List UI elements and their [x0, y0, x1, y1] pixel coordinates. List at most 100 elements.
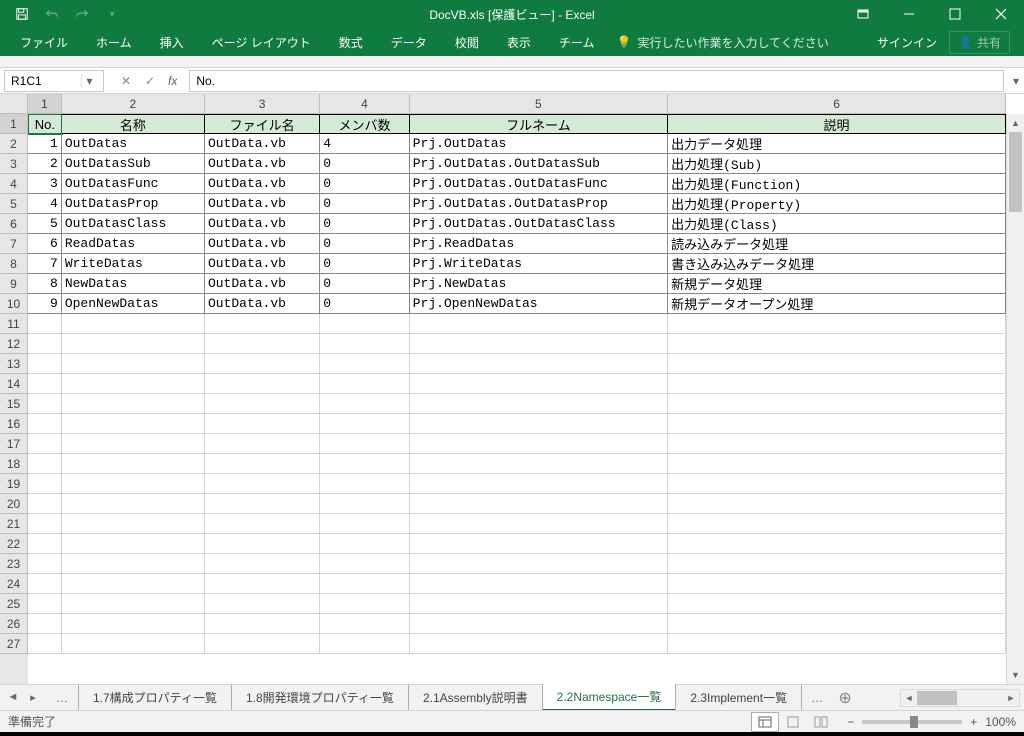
empty-cell[interactable]	[205, 374, 320, 394]
empty-cell[interactable]	[205, 474, 320, 494]
redo-button[interactable]	[68, 2, 96, 26]
empty-cell[interactable]	[410, 434, 668, 454]
empty-cell[interactable]	[28, 354, 62, 374]
header-cell[interactable]: メンバ数	[320, 114, 409, 134]
data-cell[interactable]: 2	[28, 154, 62, 174]
empty-cell[interactable]	[320, 314, 409, 334]
empty-cell[interactable]	[62, 434, 205, 454]
empty-cell[interactable]	[28, 474, 62, 494]
enter-formula-icon[interactable]: ✓	[140, 74, 160, 88]
empty-cell[interactable]	[62, 394, 205, 414]
data-cell[interactable]: OutDatasSub	[62, 154, 205, 174]
zoom-level[interactable]: 100%	[985, 715, 1016, 729]
empty-cell[interactable]	[320, 634, 409, 654]
empty-cell[interactable]	[668, 494, 1006, 514]
empty-cell[interactable]	[410, 514, 668, 534]
row-header[interactable]: 23	[0, 554, 28, 574]
empty-cell[interactable]	[28, 314, 62, 334]
data-cell[interactable]: 出力処理(Function)	[668, 174, 1006, 194]
data-cell[interactable]: OutDatasFunc	[62, 174, 205, 194]
empty-cell[interactable]	[62, 314, 205, 334]
tab-team[interactable]: チーム	[545, 28, 609, 56]
empty-cell[interactable]	[320, 354, 409, 374]
data-cell[interactable]: OutData.vb	[205, 174, 320, 194]
empty-cell[interactable]	[28, 374, 62, 394]
empty-cell[interactable]	[62, 474, 205, 494]
empty-cell[interactable]	[410, 574, 668, 594]
row-header[interactable]: 22	[0, 534, 28, 554]
empty-cell[interactable]	[28, 514, 62, 534]
select-all-corner[interactable]	[0, 94, 28, 114]
column-header[interactable]: 5	[410, 94, 668, 114]
data-cell[interactable]: 新規データオープン処理	[668, 294, 1006, 314]
scroll-right-icon[interactable]: ►	[1003, 693, 1019, 703]
data-cell[interactable]: 4	[320, 134, 409, 154]
data-cell[interactable]: Prj.OutDatas.OutDatasProp	[410, 194, 668, 214]
empty-cell[interactable]	[62, 554, 205, 574]
empty-cell[interactable]	[205, 554, 320, 574]
view-normal-button[interactable]	[751, 712, 779, 732]
data-cell[interactable]: 読み込みデータ処理	[668, 234, 1006, 254]
empty-cell[interactable]	[205, 434, 320, 454]
data-cell[interactable]: Prj.OutDatas	[410, 134, 668, 154]
data-cell[interactable]: Prj.OutDatas.OutDatasSub	[410, 154, 668, 174]
empty-cell[interactable]	[410, 474, 668, 494]
name-box-dropdown-icon[interactable]: ▾	[81, 74, 97, 88]
name-box[interactable]: R1C1 ▾	[4, 70, 104, 92]
empty-cell[interactable]	[668, 474, 1006, 494]
row-header[interactable]: 21	[0, 514, 28, 534]
sheet-nav-first-icon[interactable]: ◄	[4, 691, 22, 704]
data-cell[interactable]: Prj.ReadDatas	[410, 234, 668, 254]
empty-cell[interactable]	[28, 554, 62, 574]
data-cell[interactable]: 4	[28, 194, 62, 214]
empty-cell[interactable]	[205, 634, 320, 654]
header-cell[interactable]: 説明	[668, 114, 1006, 134]
empty-cell[interactable]	[28, 414, 62, 434]
empty-cell[interactable]	[28, 534, 62, 554]
data-cell[interactable]: 0	[320, 274, 409, 294]
formula-input[interactable]: No.	[189, 70, 1004, 92]
empty-cell[interactable]	[205, 394, 320, 414]
data-cell[interactable]: 0	[320, 294, 409, 314]
empty-cell[interactable]	[320, 614, 409, 634]
row-header[interactable]: 17	[0, 434, 28, 454]
fx-icon[interactable]: fx	[164, 74, 181, 88]
row-header[interactable]: 4	[0, 174, 28, 194]
empty-cell[interactable]	[62, 374, 205, 394]
empty-cell[interactable]	[62, 614, 205, 634]
empty-cell[interactable]	[62, 574, 205, 594]
data-cell[interactable]: Prj.NewDatas	[410, 274, 668, 294]
empty-cell[interactable]	[410, 334, 668, 354]
empty-cell[interactable]	[205, 574, 320, 594]
data-cell[interactable]: 出力処理(Class)	[668, 214, 1006, 234]
add-sheet-button[interactable]: ⊕	[833, 688, 857, 708]
data-cell[interactable]: OutData.vb	[205, 194, 320, 214]
empty-cell[interactable]	[205, 534, 320, 554]
empty-cell[interactable]	[28, 634, 62, 654]
empty-cell[interactable]	[205, 314, 320, 334]
empty-cell[interactable]	[62, 634, 205, 654]
signin-link[interactable]: サインイン	[877, 34, 937, 51]
data-cell[interactable]: Prj.OpenNewDatas	[410, 294, 668, 314]
data-cell[interactable]: OutData.vb	[205, 254, 320, 274]
row-header[interactable]: 9	[0, 274, 28, 294]
scroll-left-icon[interactable]: ◄	[901, 693, 917, 703]
empty-cell[interactable]	[320, 434, 409, 454]
empty-cell[interactable]	[62, 514, 205, 534]
row-header[interactable]: 8	[0, 254, 28, 274]
tab-file[interactable]: ファイル	[6, 28, 82, 56]
row-header[interactable]: 13	[0, 354, 28, 374]
zoom-in-button[interactable]: +	[970, 715, 977, 729]
tab-page-layout[interactable]: ページ レイアウト	[198, 28, 325, 56]
empty-cell[interactable]	[668, 314, 1006, 334]
row-header[interactable]: 25	[0, 594, 28, 614]
empty-cell[interactable]	[410, 634, 668, 654]
vertical-scrollbar[interactable]: ▲ ▼	[1006, 114, 1024, 684]
empty-cell[interactable]	[28, 454, 62, 474]
empty-cell[interactable]	[320, 474, 409, 494]
data-cell[interactable]: NewDatas	[62, 274, 205, 294]
row-header[interactable]: 11	[0, 314, 28, 334]
save-button[interactable]	[8, 2, 36, 26]
empty-cell[interactable]	[410, 534, 668, 554]
tab-data[interactable]: データ	[377, 28, 441, 56]
